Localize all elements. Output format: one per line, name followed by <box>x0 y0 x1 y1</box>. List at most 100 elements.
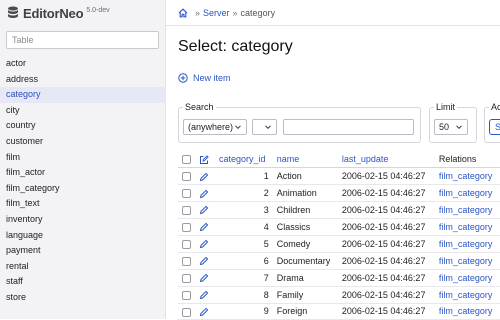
row-checkbox[interactable] <box>182 223 191 233</box>
cell-last-update: 2006-02-15 04:46:27 <box>337 184 435 203</box>
sidebar-table-link[interactable]: store <box>0 290 166 306</box>
select-all-cell <box>178 151 195 169</box>
table-row: 2 Animation 2006-02-15 04:46:27 film_catego… <box>178 184 500 203</box>
table-row: 9 Foreign 2006-02-15 04:46:27 film_category <box>178 303 500 320</box>
relation-link[interactable]: film_category <box>439 290 493 300</box>
sidebar-table-link[interactable]: staff <box>0 274 166 290</box>
chevron-down-icon <box>235 125 241 130</box>
breadcrumb-separator: » <box>195 8 201 18</box>
cell-category-id: 3 <box>215 201 273 220</box>
row-checkbox[interactable] <box>182 189 191 199</box>
search-value-input[interactable] <box>283 119 414 135</box>
row-edit-cell <box>195 303 215 320</box>
sidebar-table-link[interactable]: address <box>0 72 166 88</box>
relation-link[interactable]: film_category <box>439 239 493 249</box>
relation-link[interactable]: film_category <box>439 306 493 316</box>
data-table: category_id name last_update Relations 1… <box>178 151 500 320</box>
table-search-input[interactable] <box>6 31 159 49</box>
cell-last-update: 2006-02-15 04:46:27 <box>337 252 435 270</box>
table-row: 6 Documentary 2006-02-15 04:46:27 film_cate… <box>178 252 500 270</box>
pencil-icon[interactable] <box>199 189 209 199</box>
breadcrumb-separator: » <box>232 8 238 18</box>
row-checkbox-cell <box>178 201 195 220</box>
table-row: 7 Drama 2006-02-15 04:46:27 film_category <box>178 269 500 287</box>
select-all-checkbox[interactable] <box>182 155 191 165</box>
row-edit-cell <box>195 167 215 186</box>
row-checkbox[interactable] <box>182 256 191 266</box>
column-header-name[interactable]: name <box>272 151 338 169</box>
pencil-icon[interactable] <box>199 205 209 215</box>
cell-name: Drama <box>272 269 338 287</box>
sidebar-table-link[interactable]: customer <box>0 134 166 150</box>
sidebar-table-link[interactable]: film <box>0 150 166 166</box>
edit-all-cell <box>195 151 215 169</box>
cell-last-update: 2006-02-15 04:46:27 <box>337 286 435 304</box>
row-checkbox[interactable] <box>182 307 191 317</box>
new-item-link[interactable]: New item <box>178 73 231 83</box>
table-header-row: category_id name last_update Relations <box>178 151 500 169</box>
cell-relations: film_category <box>434 184 500 203</box>
relation-link[interactable]: film_category <box>439 205 493 215</box>
cell-last-update: 2006-02-15 04:46:27 <box>337 235 435 253</box>
sidebar-table-link[interactable]: country <box>0 118 166 134</box>
search-operator-select[interactable] <box>252 119 277 135</box>
cell-relations: film_category <box>434 167 500 186</box>
cell-name: Foreign <box>272 303 338 320</box>
sidebar-table-link[interactable]: category <box>0 87 166 103</box>
row-edit-cell <box>195 286 215 304</box>
limit-legend: Limit <box>436 102 456 112</box>
breadcrumb-server-link[interactable]: Server <box>203 8 230 18</box>
row-edit-cell <box>195 201 215 220</box>
cell-category-id: 2 <box>215 184 273 203</box>
table-row: 5 Comedy 2006-02-15 04:46:27 film_category <box>178 235 500 253</box>
sidebar-table-link[interactable]: inventory <box>0 212 166 228</box>
pencil-icon[interactable] <box>199 307 209 317</box>
pencil-icon[interactable] <box>199 273 209 283</box>
pencil-icon[interactable] <box>199 172 209 182</box>
edit-square-icon[interactable] <box>199 154 209 165</box>
pencil-icon[interactable] <box>199 239 209 249</box>
sidebar-table-link[interactable]: actor <box>0 56 166 72</box>
relation-link[interactable]: film_category <box>439 256 493 266</box>
row-edit-cell <box>195 184 215 203</box>
relation-link[interactable]: film_category <box>439 171 493 181</box>
pencil-icon[interactable] <box>199 256 209 266</box>
row-checkbox[interactable] <box>182 239 191 249</box>
table-body: 1 Action 2006-02-15 04:46:27 film_category 2… <box>178 167 500 320</box>
cell-name: Family <box>272 286 338 304</box>
select-button[interactable]: S <box>489 119 500 135</box>
main-content: » Server » category Select: category New… <box>166 0 500 320</box>
cell-category-id: 9 <box>215 303 273 320</box>
app-logo[interactable]: EditorNeo 5.0-dev <box>7 5 110 21</box>
sidebar-table-link[interactable]: film_actor <box>0 165 166 181</box>
search-scope-select[interactable]: (anywhere) <box>183 119 247 135</box>
sidebar-table-link[interactable]: language <box>0 228 166 244</box>
sidebar-table-link[interactable]: city <box>0 103 166 119</box>
row-checkbox[interactable] <box>182 290 191 300</box>
cell-relations: film_category <box>434 269 500 287</box>
limit-select[interactable]: 50 <box>434 119 468 135</box>
sidebar-table-link[interactable]: rental <box>0 259 166 275</box>
relation-link[interactable]: film_category <box>439 222 493 232</box>
plus-circle-icon <box>178 73 188 83</box>
cell-name: Classics <box>272 218 338 236</box>
app-name: EditorNeo <box>23 5 84 21</box>
pencil-icon[interactable] <box>199 222 209 232</box>
sidebar-table-link[interactable]: film_text <box>0 196 166 212</box>
cell-name: Action <box>272 167 338 186</box>
column-header-last-update[interactable]: last_update <box>337 151 435 169</box>
cell-last-update: 2006-02-15 04:46:27 <box>337 201 435 220</box>
cell-relations: film_category <box>434 252 500 270</box>
row-checkbox[interactable] <box>182 172 191 182</box>
row-checkbox[interactable] <box>182 273 191 283</box>
column-header-category-id[interactable]: category_id <box>215 151 273 169</box>
app-version: 5.0-dev <box>86 7 110 14</box>
sidebar-table-link[interactable]: payment <box>0 243 166 259</box>
home-icon[interactable] <box>178 8 188 18</box>
relation-link[interactable]: film_category <box>439 273 493 283</box>
sidebar-table-link[interactable]: film_category <box>0 181 166 197</box>
action-fieldset: Act S <box>484 102 500 143</box>
pencil-icon[interactable] <box>199 290 209 300</box>
relation-link[interactable]: film_category <box>439 188 493 198</box>
row-checkbox[interactable] <box>182 206 191 216</box>
